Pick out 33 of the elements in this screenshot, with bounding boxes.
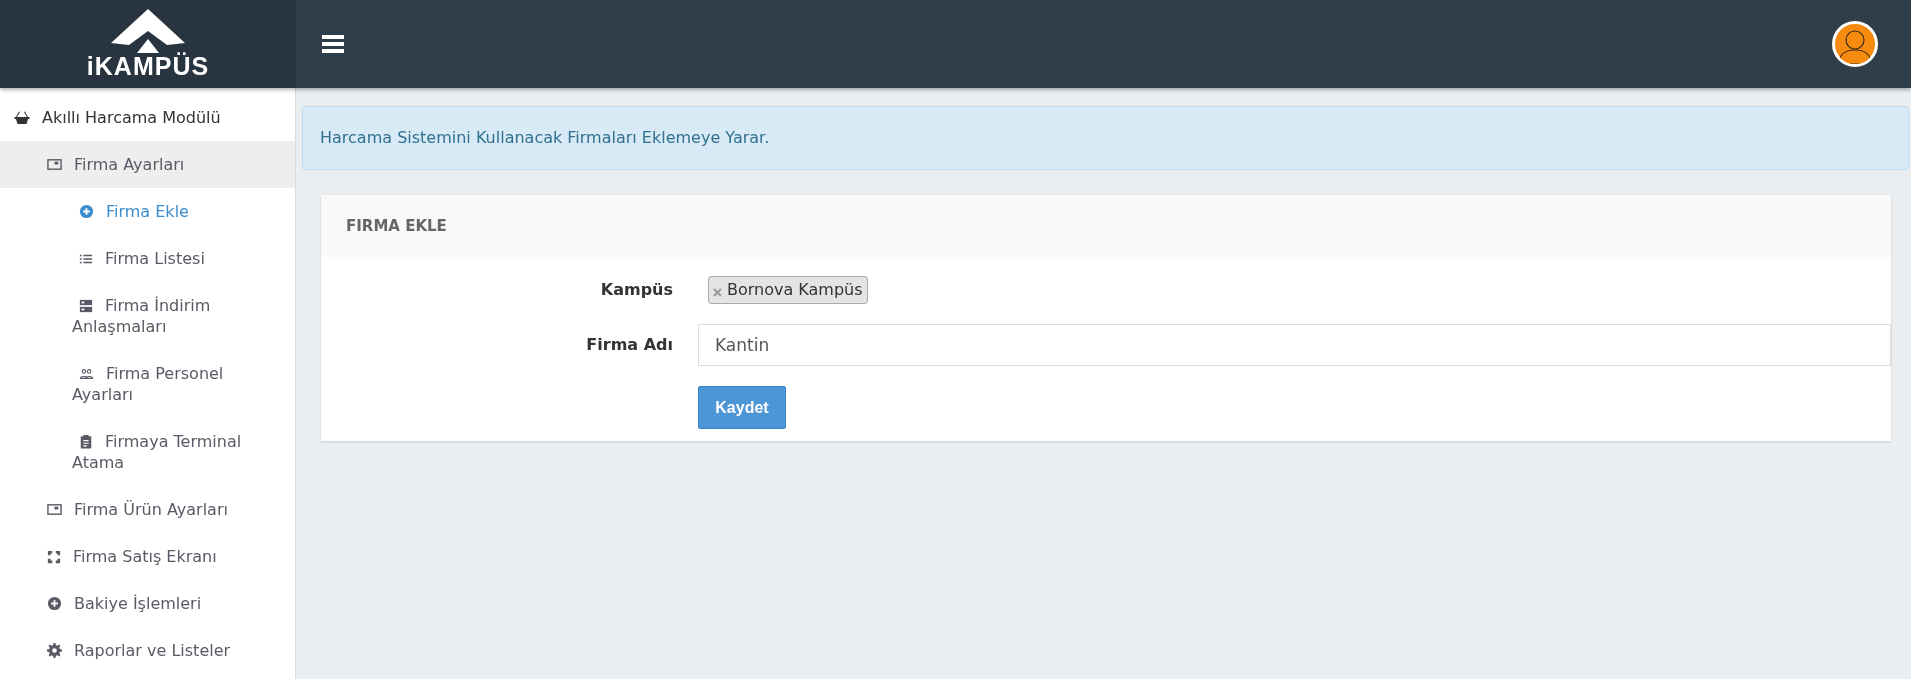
expand-icon <box>47 549 61 564</box>
sidebar-item[interactable]: Firma Ürün Ayarları <box>0 486 295 533</box>
tag-label: Bornova Kampüs <box>727 279 863 301</box>
people-icon <box>79 367 94 381</box>
field-label: Firma Adı <box>585 334 674 356</box>
list-icon <box>79 252 93 266</box>
person-icon <box>1837 28 1873 64</box>
plus-circle-icon <box>47 596 62 611</box>
sidebar-item[interactable]: Bakiye İşlemleri <box>0 580 295 627</box>
window-icon <box>47 157 62 172</box>
logo-text: iKAMPÜS <box>86 53 210 79</box>
window-icon <box>47 502 62 517</box>
clipboard-icon <box>79 434 93 449</box>
sidebar-item[interactable]: Firma Ayarları <box>0 141 295 188</box>
field-label: Kampüs <box>599 279 674 301</box>
sidebar-subitem[interactable]: Firma Ekle <box>0 188 295 235</box>
user-avatar[interactable] <box>1832 21 1878 67</box>
menu-icon <box>322 34 344 54</box>
info-alert: Harcama Sistemini Kullanacak Firmaları Eklemeye Yarar. <box>302 106 1909 170</box>
settings-icon <box>47 643 62 658</box>
basket-icon <box>14 109 30 126</box>
sidebar-item[interactable]: Firma Satış Ekranı <box>0 533 295 580</box>
server-icon <box>79 299 93 313</box>
logo-icon <box>111 9 185 53</box>
sidebar-subitem[interactable]: Firma Personel Ayarları <box>0 350 295 418</box>
text-input-field[interactable]: Kantin <box>698 324 1891 366</box>
sidebar-subitem[interactable]: Firma Listesi <box>0 235 295 282</box>
plus-circle-icon <box>79 204 94 219</box>
panel-title: FIRMA EKLE <box>346 215 447 237</box>
sidebar-subitem[interactable]: Firma İndirim Anlaşmaları <box>0 282 295 350</box>
sidebar-subitem[interactable]: Firmaya Terminal Atama <box>0 418 295 486</box>
selected-tag[interactable]: Bornova Kampüs <box>708 276 868 304</box>
sidebar-item[interactable]: Raporlar ve Listeler <box>0 627 295 674</box>
